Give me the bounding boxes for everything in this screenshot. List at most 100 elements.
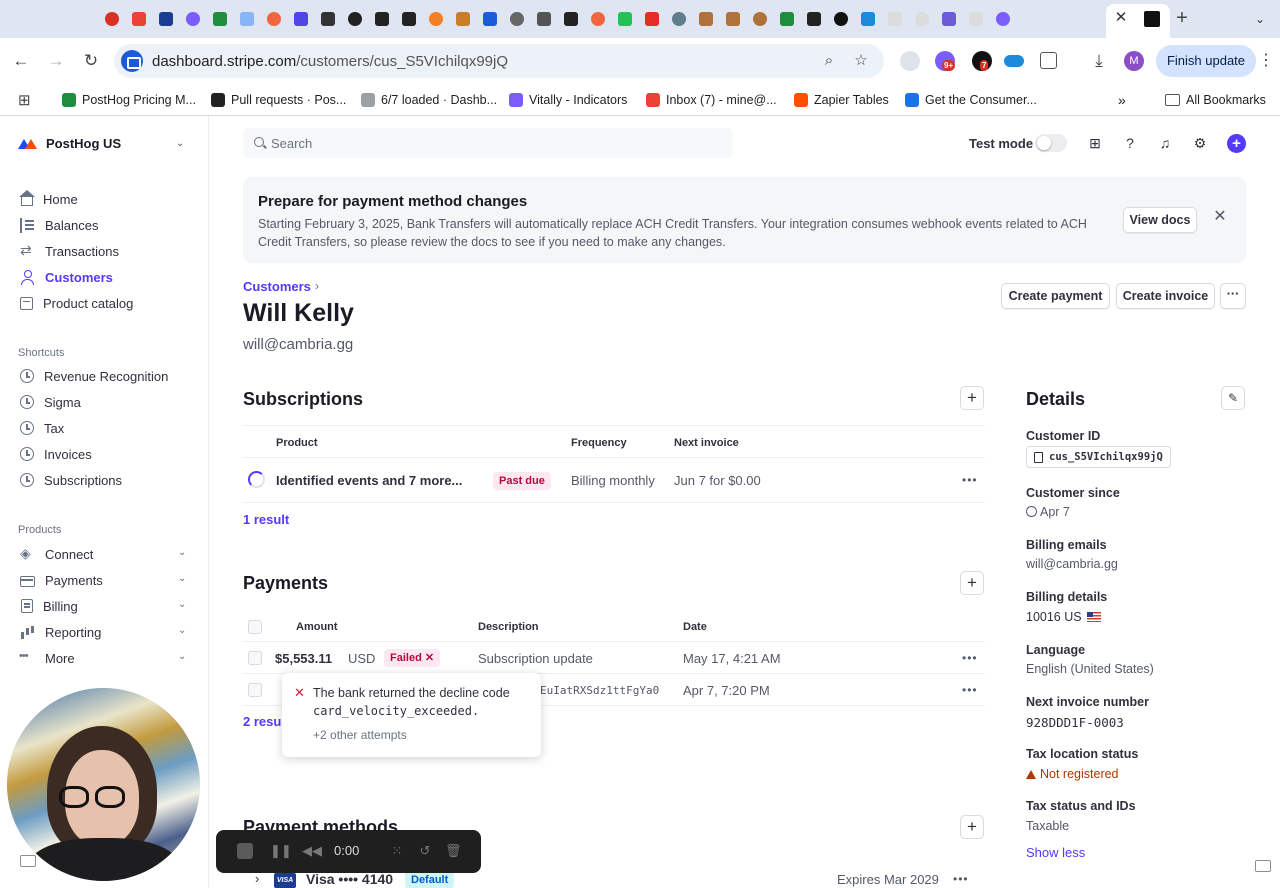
tab-favicon-icon[interactable]: [935, 9, 962, 29]
chevron-down-icon[interactable]: ⌄: [178, 573, 186, 584]
row-actions-icon[interactable]: •••: [962, 683, 978, 697]
url-text[interactable]: dashboard.stripe.com/customers/cus_S5VIc…: [152, 53, 508, 70]
tab-favicon-icon[interactable]: [692, 9, 719, 29]
sidebar-item-revenue-recognition[interactable]: Revenue Recognition: [20, 366, 168, 386]
bookmark-item[interactable]: Vitally - Indicators: [509, 90, 627, 110]
chevron-down-icon[interactable]: ⌄: [178, 599, 186, 610]
profile-avatar[interactable]: M: [1124, 51, 1144, 71]
sidebar-item-connect[interactable]: Connect: [20, 544, 93, 564]
restart-icon[interactable]: ↺: [417, 843, 433, 859]
notifications-bell-icon[interactable]: ♫: [1156, 134, 1174, 152]
tab-close-icon[interactable]: ✕: [1112, 9, 1130, 27]
select-all-checkbox[interactable]: [248, 620, 262, 634]
sidebar-item-invoices[interactable]: Invoices: [20, 444, 92, 464]
chevron-down-icon[interactable]: ⌄: [178, 625, 186, 636]
tab-favicon-icon[interactable]: [719, 9, 746, 29]
extension-badge-icon[interactable]: 9+: [935, 51, 956, 71]
tab-favicon-icon[interactable]: [827, 9, 854, 29]
pause-icon[interactable]: ❚❚: [270, 843, 292, 859]
more-bookmarks-icon[interactable]: »: [1118, 90, 1126, 110]
bookmark-item[interactable]: Get the Consumer...: [905, 90, 1037, 110]
sidebar-item-more[interactable]: More: [19, 648, 75, 668]
forward-arrow-icon[interactable]: →: [45, 50, 67, 72]
finish-update-button[interactable]: Finish update: [1156, 45, 1256, 77]
site-info-icon[interactable]: [121, 50, 143, 72]
tab-favicon-icon[interactable]: [773, 9, 800, 29]
show-less-link[interactable]: Show less: [1026, 845, 1085, 860]
help-icon[interactable]: ?: [1121, 134, 1139, 152]
sidebar-item-transactions[interactable]: Transactions: [20, 241, 119, 261]
tab-favicon-icon[interactable]: [530, 9, 557, 29]
browser-menu-icon[interactable]: ⋮: [1258, 50, 1274, 70]
view-docs-button[interactable]: View docs: [1123, 207, 1197, 233]
tab-favicon-icon[interactable]: [584, 9, 611, 29]
sidebar-item-product-catalog[interactable]: Product catalog: [20, 293, 133, 313]
tab-favicon-icon[interactable]: [557, 9, 584, 29]
tab-favicon-icon[interactable]: [881, 9, 908, 29]
reload-icon[interactable]: ↻: [80, 50, 102, 72]
tab-favicon-icon[interactable]: [638, 9, 665, 29]
row-actions-icon[interactable]: •••: [962, 473, 978, 487]
search-input[interactable]: Search: [243, 128, 733, 158]
row-actions-icon[interactable]: •••: [962, 651, 978, 665]
zoom-search-icon[interactable]: ⌕: [820, 52, 838, 70]
row-checkbox[interactable]: [248, 683, 262, 697]
tab-favicon-icon[interactable]: [422, 9, 449, 29]
bookmark-item[interactable]: PostHog Pricing M...: [62, 90, 196, 110]
bookmark-star-icon[interactable]: ☆: [852, 52, 870, 70]
downloads-icon[interactable]: ⤓: [1088, 50, 1110, 72]
apps-grid-icon[interactable]: ⊞: [18, 90, 31, 110]
expand-chevron-icon[interactable]: ›: [255, 871, 259, 886]
edit-pencil-icon[interactable]: ✎: [1221, 386, 1245, 410]
account-switcher[interactable]: PostHog US: [18, 136, 121, 151]
tab-favicon-icon[interactable]: [233, 9, 260, 29]
sidebar-item-reporting[interactable]: Reporting: [20, 622, 101, 642]
create-invoice-button[interactable]: Create invoice: [1116, 283, 1215, 309]
extension-icon[interactable]: [900, 51, 920, 71]
tab-favicon-icon[interactable]: [665, 9, 692, 29]
account-chevron-down-icon[interactable]: ⌄: [176, 138, 184, 149]
sidebar-item-home[interactable]: Home: [19, 189, 78, 209]
back-arrow-icon[interactable]: ←: [10, 50, 32, 72]
rewind-icon[interactable]: ◀◀: [302, 843, 322, 859]
row-actions-icon[interactable]: •••: [953, 872, 969, 886]
tab-favicon-icon[interactable]: [503, 9, 530, 29]
tab-favicon-icon[interactable]: [368, 9, 395, 29]
sidebar-item-balances[interactable]: Balances: [20, 215, 98, 235]
caption-icon[interactable]: [1255, 860, 1271, 872]
sidebar-item-billing[interactable]: Billing: [20, 596, 78, 616]
tab-favicon-icon[interactable]: [449, 9, 476, 29]
sidebar-item-tax[interactable]: Tax: [20, 418, 64, 438]
sidebar-item-payments[interactable]: Payments: [20, 570, 103, 590]
tab-favicon-icon[interactable]: [611, 9, 638, 29]
salesforce-extension-icon[interactable]: [1004, 55, 1024, 67]
address-bar[interactable]: dashboard.stripe.com/customers/cus_S5VIc…: [114, 44, 884, 78]
chevron-down-icon[interactable]: ⌄: [178, 547, 186, 558]
extension-icon-2[interactable]: 7: [972, 51, 992, 71]
settings-gear-icon[interactable]: ⚙: [1191, 134, 1209, 152]
tab-favicon-icon[interactable]: [287, 9, 314, 29]
tab-favicon-icon[interactable]: [314, 9, 341, 29]
more-actions-button[interactable]: ···: [1220, 283, 1246, 309]
customer-id-copy[interactable]: cus_S5VIchilqx99jQ: [1026, 446, 1171, 468]
delete-trash-icon[interactable]: 🗑: [445, 843, 462, 859]
subscription-product[interactable]: Identified events and 7 more...: [276, 473, 462, 488]
bookmark-item[interactable]: Pull requests · Pos...: [211, 90, 346, 110]
sidebar-item-sigma[interactable]: Sigma: [20, 392, 81, 412]
close-icon[interactable]: ✕: [1213, 209, 1227, 225]
tab-favicon-icon[interactable]: [152, 9, 179, 29]
grid-icon[interactable]: ⁙: [389, 843, 405, 859]
extensions-puzzle-icon[interactable]: [1040, 52, 1057, 69]
tab-favicon-icon[interactable]: [800, 9, 827, 29]
new-tab-icon[interactable]: +: [1172, 8, 1192, 28]
tab-favicon-icon[interactable]: [908, 9, 935, 29]
tab-favicon-icon[interactable]: [98, 9, 125, 29]
test-mode-toggle[interactable]: [1035, 134, 1067, 152]
tab-favicon-icon[interactable]: [854, 9, 881, 29]
stop-recording-icon[interactable]: [237, 843, 253, 859]
tab-favicon-icon[interactable]: [746, 9, 773, 29]
sidebar-item-customers[interactable]: Customers: [20, 267, 113, 287]
sidebar-item-subscriptions[interactable]: Subscriptions: [20, 470, 122, 490]
tab-favicon-icon[interactable]: [206, 9, 233, 29]
create-plus-icon[interactable]: +: [1227, 134, 1246, 153]
